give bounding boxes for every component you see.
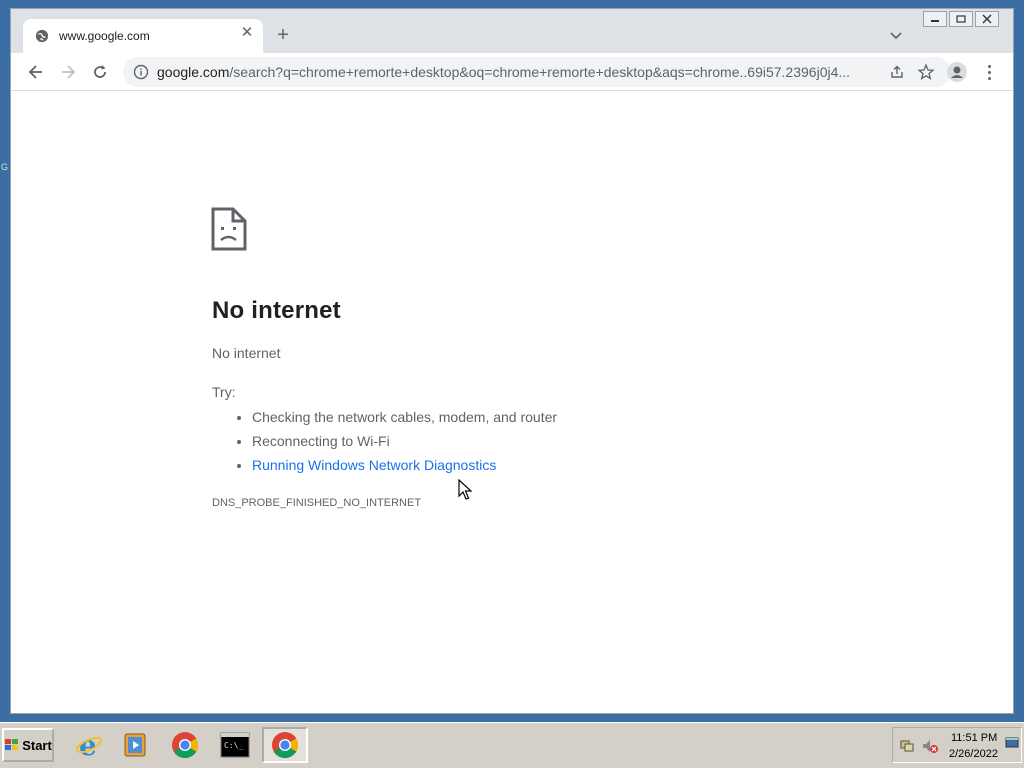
suggestion-item: Reconnecting to Wi-Fi [252, 429, 557, 453]
window-controls [923, 11, 999, 27]
windows-flag-icon [5, 739, 19, 750]
start-label: Start [22, 737, 52, 753]
url-path: /search?q=chrome+remorte+desktop&oq=chro… [229, 64, 851, 80]
clock-date[interactable]: 2/26/2022 [949, 748, 998, 760]
arrow-right-icon [62, 65, 76, 79]
url-text[interactable]: google.com/search?q=chrome+remorte+deskt… [157, 64, 857, 80]
mouse-pointer-icon [458, 479, 472, 500]
bookmark-star-icon[interactable] [917, 63, 935, 81]
new-tab-button[interactable]: + [273, 25, 293, 45]
reload-icon [94, 65, 106, 78]
command-prompt-icon[interactable]: C:\_ [212, 727, 258, 763]
network-icon[interactable] [899, 738, 915, 754]
page-content: No internet No internet Try: Checking th… [11, 91, 1013, 713]
restore-icon[interactable] [949, 11, 973, 27]
sad-page-icon [211, 207, 247, 251]
url-host: google.com [157, 64, 230, 80]
show-desktop-icon[interactable] [1005, 736, 1019, 750]
tab-search-chevron-icon[interactable] [889, 29, 903, 41]
address-bar[interactable]: google.com/search?q=chrome+remorte+deskt… [123, 57, 951, 87]
close-icon[interactable] [975, 11, 999, 27]
desktop-icon-label: G [1, 162, 9, 172]
try-label: Try: [212, 384, 236, 400]
globe-icon [35, 29, 49, 43]
clock-time[interactable]: 11:51 PM [951, 732, 997, 744]
minimize-icon[interactable] [923, 11, 947, 27]
arrow-left-icon [28, 65, 42, 79]
svg-text:e: e [79, 730, 97, 760]
more-options-icon[interactable] [983, 62, 995, 82]
chrome-icon[interactable] [162, 727, 208, 763]
share-icon[interactable] [889, 64, 905, 80]
back-button[interactable] [26, 62, 46, 82]
tab-title: www.google.com [59, 29, 150, 43]
tab-google[interactable]: www.google.com ✕ [23, 19, 263, 53]
close-tab-icon[interactable]: ✕ [239, 25, 255, 41]
error-title: No internet [212, 297, 341, 324]
svg-text:C:\_: C:\_ [224, 741, 243, 750]
volume-muted-icon[interactable] [921, 738, 939, 754]
media-player-icon[interactable] [112, 727, 158, 763]
reload-button[interactable] [90, 62, 110, 82]
suggestion-item: Checking the network cables, modem, and … [252, 405, 557, 429]
error-subtitle: No internet [212, 345, 281, 361]
internet-explorer-icon[interactable]: e [66, 727, 112, 763]
tab-strip: www.google.com ✕ + [11, 9, 1013, 53]
taskbar: Start e C:\_ 11:51 PM 2/26/2022 [0, 722, 1024, 768]
suggestion-item-diagnostics: Running Windows Network Diagnostics [252, 453, 557, 477]
profile-avatar-button[interactable] [947, 62, 967, 82]
suggestion-list: Checking the network cables, modem, and … [212, 405, 557, 477]
info-icon[interactable] [133, 64, 149, 80]
forward-button[interactable] [58, 62, 78, 82]
person-icon [951, 66, 963, 78]
chrome-icon[interactable] [262, 727, 308, 763]
start-button[interactable]: Start [2, 728, 54, 762]
system-tray: 11:51 PM 2/26/2022 [892, 727, 1022, 763]
error-code: DNS_PROBE_FINISHED_NO_INTERNET [212, 497, 422, 509]
browser-window: www.google.com ✕ + google.com/search?q=c… [10, 8, 1014, 714]
browser-toolbar: google.com/search?q=chrome+remorte+deskt… [11, 53, 1013, 91]
network-diagnostics-link[interactable]: Running Windows Network Diagnostics [252, 457, 496, 473]
